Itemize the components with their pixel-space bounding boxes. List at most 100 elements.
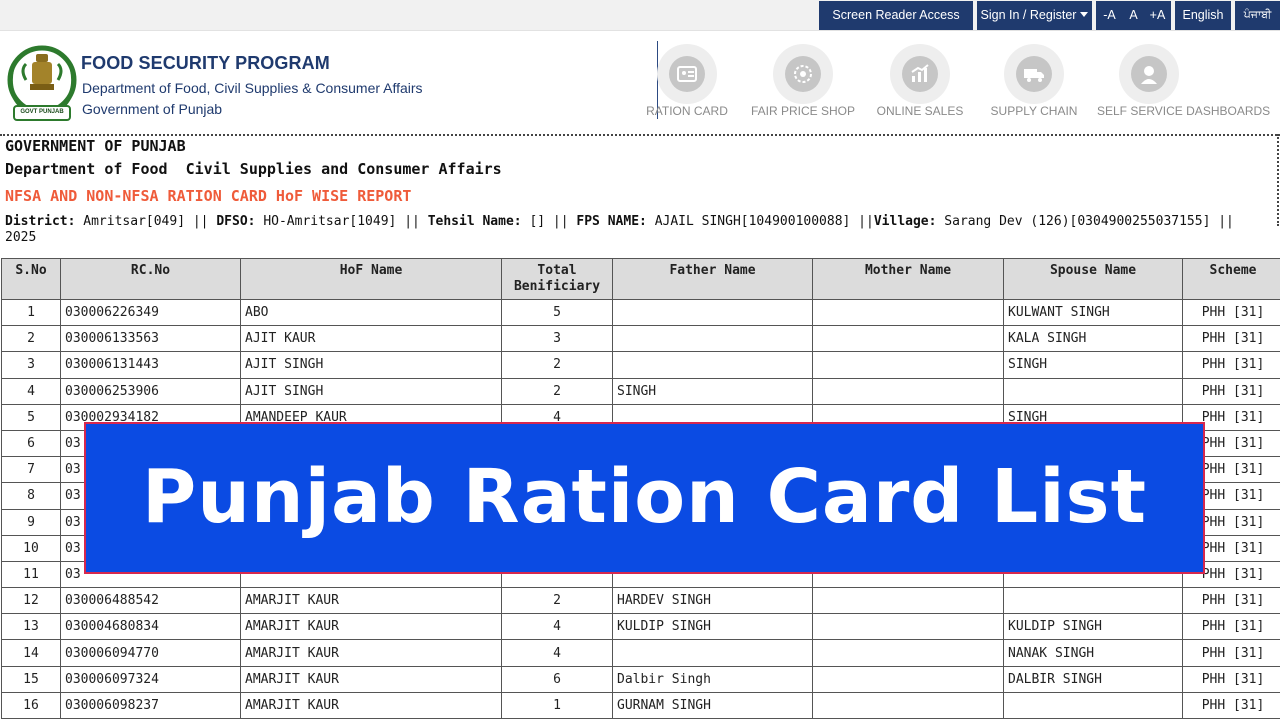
cell-sno: 14 [1,639,61,667]
cell-scheme: PHH [31] [1182,377,1280,405]
cell-father-name: SINGH [612,377,813,405]
fair-price-shop-icon [794,65,812,83]
cell-scheme: PHH [31] [1182,587,1280,615]
cell-rc-no: 030006488542 [60,587,241,615]
cell-mother-name [812,587,1004,615]
table-row: 1 030006226349 ABO 5 KULWANT SINGH PHH [31] [1,298,1280,327]
cell-hof-name: ABO [240,298,502,327]
nav-label: ONLINE SALES [876,104,964,118]
cell-spouse-name [1003,587,1183,615]
cell-sno: 2 [1,325,61,353]
col-header-sno: S.No [1,258,61,300]
cell-hof-name: AMARJIT KAUR [240,665,502,693]
nav-icon-bg [1004,44,1064,104]
cell-hof-name: AMARJIT KAUR [240,691,502,720]
font-normal-button[interactable]: A [1122,1,1146,30]
report-department: Department of Food Civil Supplies and Co… [5,160,502,178]
nav-item-online-sales[interactable]: ONLINE SALES [855,44,985,124]
ration-card-icon [677,66,697,82]
tehsil-label: Tehsil Name: [427,214,522,229]
tehsil-value: [] [529,214,546,229]
supply-chain-icon [1024,69,1044,82]
cell-father-name: Dalbir Singh [612,665,813,693]
cell-hof-name: AJIT KAUR [240,325,502,353]
font-increase-button[interactable]: +A [1146,1,1170,30]
cell-rc-no: 030006098237 [60,691,241,720]
cell-rc-no: 030006253906 [60,377,241,405]
language-english-button[interactable]: English [1175,1,1231,30]
cell-sno: 16 [1,691,61,720]
cell-mother-name [812,613,1004,641]
cell-scheme: PHH [31] [1182,613,1280,641]
cell-sno: 4 [1,377,61,405]
cell-father-name: GURNAM SINGH [612,691,813,720]
top-utility-bar: Screen Reader Access Sign In / Register … [0,0,1280,31]
cell-hof-name: AMARJIT KAUR [240,613,502,641]
cell-mother-name [812,351,1004,379]
cell-spouse-name: SINGH [1003,351,1183,379]
village-label: Village: [873,214,937,229]
village-value: Sarang Dev (126)[0304900255037155] [944,214,1211,229]
cell-hof-name: AMARJIT KAUR [240,639,502,667]
font-size-controls: -A A +A [1096,1,1171,30]
cell-sno: 11 [1,560,61,589]
report-border-right [1277,134,1279,226]
cell-total-beneficiary: 4 [501,639,613,667]
nav-item-fair-price-shop[interactable]: FAIR PRICE SHOP [738,44,868,124]
cell-spouse-name [1003,691,1183,720]
col-header-total-beneficiary: Total Benificiary [501,258,613,300]
nav-item-self-service-dashboards[interactable]: SELF SERVICE DASHBOARDS [1097,44,1270,124]
col-header-mother-name: Mother Name [812,258,1004,300]
site-title: FOOD SECURITY PROGRAM [81,53,330,73]
cell-spouse-name: KULDIP SINGH [1003,613,1183,641]
cell-mother-name [812,665,1004,693]
cell-scheme: PHH [31] [1182,351,1280,379]
total-line2: Benificiary [513,279,601,294]
site-department: Department of Food, Civil Supplies & Con… [82,80,423,96]
cell-mother-name [812,691,1004,720]
cell-rc-no: 030006226349 [60,298,241,327]
fps-label: FPS NAME: [576,214,647,229]
cell-sno: 9 [1,508,61,536]
language-punjabi-label: ਪੰਜਾਬੀ [1243,9,1272,21]
language-english-label: English [1182,8,1224,22]
title-banner: Punjab Ration Card List [84,422,1205,574]
cell-total-beneficiary: 6 [501,665,613,693]
cell-hof-name: AMARJIT KAUR [240,587,502,615]
site-government: Government of Punjab [82,101,223,117]
table-row: 3 030006131443 AJIT SINGH 2 SINGH PHH [31] [1,351,1280,379]
cell-hof-name: AJIT SINGH [240,351,502,379]
punjab-emblem-logo[interactable]: GOVT PUNJAB [6,40,78,128]
col-header-rcno: RC.No [60,258,241,300]
cell-total-beneficiary: 2 [501,587,613,615]
fps-value: AJAIL SINGH[104900100088] [654,214,851,229]
nav-item-ration-card[interactable]: RATION CARD [622,44,752,124]
cell-mother-name [812,639,1004,667]
col-header-father-name: Father Name [612,258,813,300]
dfso-label: DFSO: [216,214,256,229]
cell-sno: 10 [1,534,61,562]
nav-item-supply-chain[interactable]: SUPPLY CHAIN [969,44,1099,124]
cell-sno: 8 [1,482,61,510]
table-row: 13 030004680834 AMARJIT KAUR 4 KULDIP SINGH K… [1,613,1280,641]
screen-reader-access-button[interactable]: Screen Reader Access [819,1,973,30]
cell-sno: 7 [1,456,61,484]
cell-sno: 12 [1,587,61,615]
nav-label: FAIR PRICE SHOP [750,104,856,118]
cell-scheme: PHH [31] [1182,691,1280,720]
cell-father-name [612,351,813,379]
table-row: 16 030006098237 AMARJIT KAUR 1 GURNAM SINGH P… [1,691,1280,720]
cell-father-name [612,325,813,353]
nav-label: RATION CARD [646,104,728,118]
cell-total-beneficiary: 1 [501,691,613,720]
language-punjabi-button[interactable]: ਪੰਜਾਬੀ [1235,1,1280,30]
nav-icon-bg [1119,44,1179,104]
screen-reader-label: Screen Reader Access [832,8,960,22]
cell-mother-name [812,377,1004,405]
font-decrease-button[interactable]: -A [1098,1,1122,30]
cell-sno: 15 [1,665,61,693]
cell-sno: 1 [1,298,61,327]
dfso-value: HO-Amritsar[1049] [263,214,397,229]
table-row: 15 030006097324 AMARJIT KAUR 6 Dalbir Singh D… [1,665,1280,693]
sign-in-register-dropdown[interactable]: Sign In / Register [977,1,1092,30]
